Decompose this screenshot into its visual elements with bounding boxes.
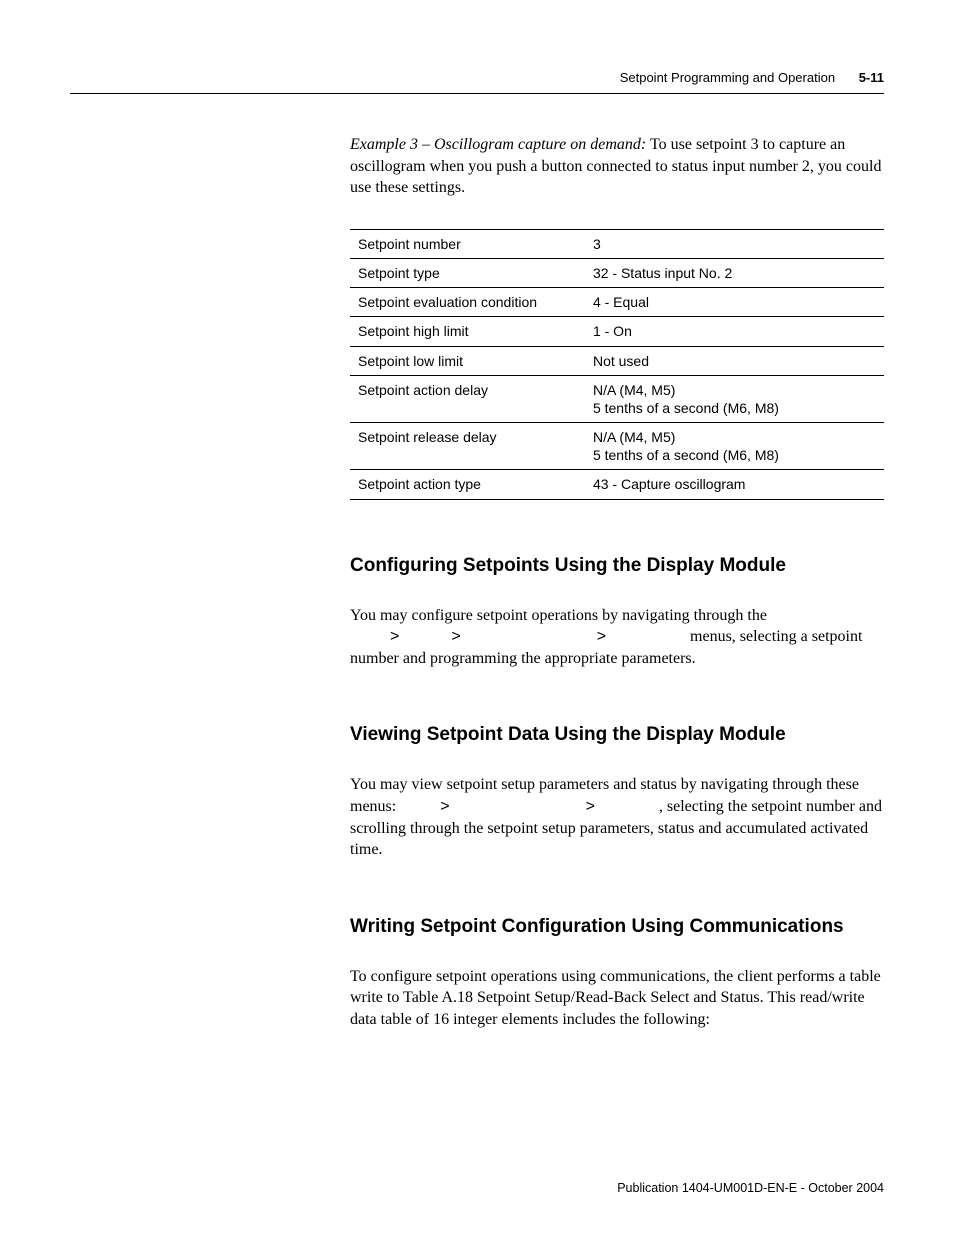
chevron-right-icon: > <box>582 796 599 818</box>
table-value: 4 - Equal <box>585 288 884 317</box>
chevron-right-icon: > <box>447 626 464 648</box>
chevron-right-icon: > <box>593 626 610 648</box>
table-value: N/A (M4, M5)5 tenths of a second (M6, M8… <box>585 375 884 422</box>
running-header: Setpoint Programming and Operation 5-11 <box>70 70 884 85</box>
table-row: Setpoint release delay N/A (M4, M5)5 ten… <box>350 423 884 470</box>
table-value: N/A (M4, M5)5 tenths of a second (M6, M8… <box>585 423 884 470</box>
table-value: 3 <box>585 229 884 258</box>
header-rule <box>70 93 884 94</box>
table-value: 1 - On <box>585 317 884 346</box>
viewing-text-b: , selecting the setpoint number and scro… <box>350 798 882 858</box>
configuring-paragraph: You may configure setpoint operations by… <box>350 605 884 670</box>
table-label: Setpoint number <box>350 229 585 258</box>
table-row: Setpoint high limit 1 - On <box>350 317 884 346</box>
example-lead: Example 3 – Oscillogram capture on deman… <box>350 136 646 153</box>
heading-writing: Writing Setpoint Configuration Using Com… <box>350 916 884 938</box>
header-title: Setpoint Programming and Operation <box>620 70 835 85</box>
spacer <box>350 699 884 724</box>
table-label: Setpoint action type <box>350 470 585 499</box>
table-row: Setpoint action type 43 - Capture oscill… <box>350 470 884 499</box>
content-area: Example 3 – Oscillogram capture on deman… <box>350 134 884 1031</box>
table-label: Setpoint low limit <box>350 346 585 375</box>
table-label: Setpoint type <box>350 258 585 287</box>
footer-publication: Publication 1404-UM001D-EN-E - October 2… <box>617 1181 884 1195</box>
table-row: Setpoint number 3 <box>350 229 884 258</box>
table-label: Setpoint high limit <box>350 317 585 346</box>
table-value: 43 - Capture oscillogram <box>585 470 884 499</box>
table-row: Setpoint type 32 - Status input No. 2 <box>350 258 884 287</box>
configuring-text-a: You may configure setpoint operations by… <box>350 607 767 624</box>
table-value: 32 - Status input No. 2 <box>585 258 884 287</box>
heading-viewing: Viewing Setpoint Data Using the Display … <box>350 724 884 746</box>
page: Setpoint Programming and Operation 5-11 … <box>0 0 954 1235</box>
writing-paragraph: To configure setpoint operations using c… <box>350 966 884 1031</box>
viewing-paragraph: You may view setpoint setup parameters a… <box>350 774 884 860</box>
setpoint-table: Setpoint number 3 Setpoint type 32 - Sta… <box>350 229 884 500</box>
table-row: Setpoint action delay N/A (M4, M5)5 tent… <box>350 375 884 422</box>
example-paragraph: Example 3 – Oscillogram capture on deman… <box>350 134 884 199</box>
heading-configuring: Configuring Setpoints Using the Display … <box>350 555 884 577</box>
spacer <box>350 891 884 916</box>
chevron-right-icon: > <box>386 626 403 648</box>
chevron-right-icon: > <box>436 796 453 818</box>
table-label: Setpoint evaluation condition <box>350 288 585 317</box>
header-page-number: 5-11 <box>859 70 884 85</box>
table-row: Setpoint evaluation condition 4 - Equal <box>350 288 884 317</box>
table-row: Setpoint low limit Not used <box>350 346 884 375</box>
table-label: Setpoint action delay <box>350 375 585 422</box>
table-label: Setpoint release delay <box>350 423 585 470</box>
table-value: Not used <box>585 346 884 375</box>
